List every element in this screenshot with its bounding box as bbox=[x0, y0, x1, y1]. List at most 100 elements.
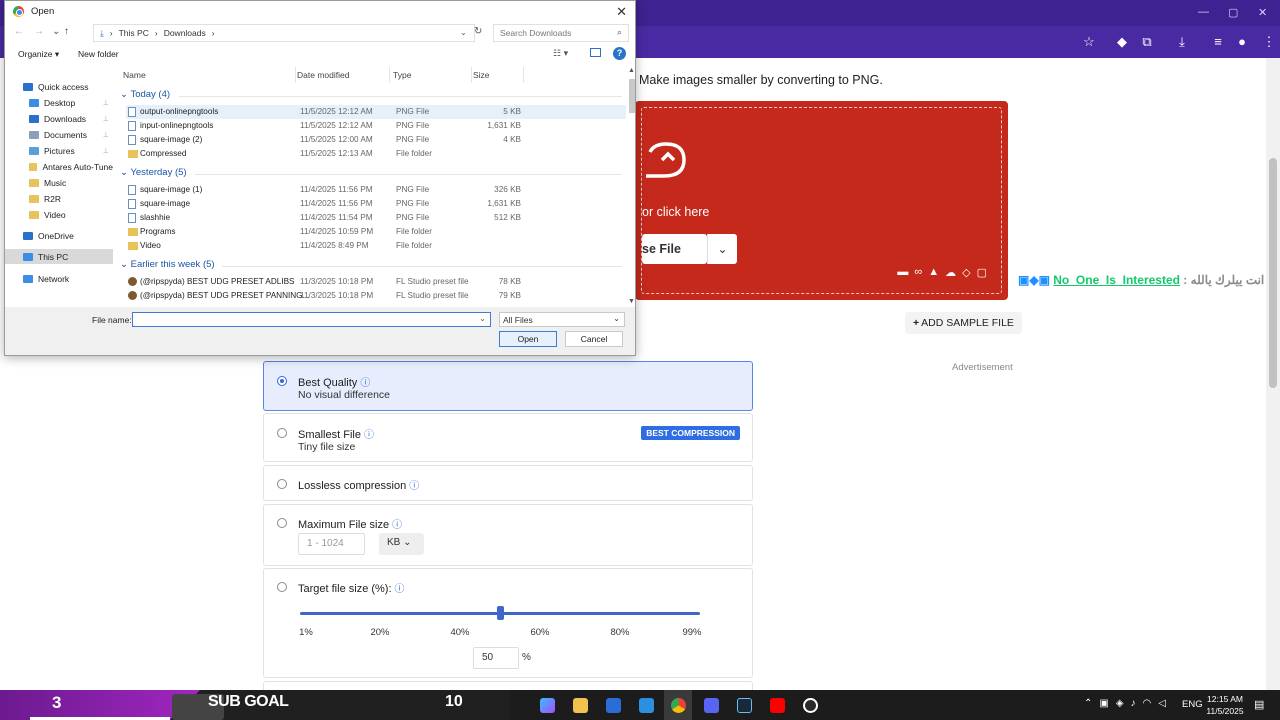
sidebar-item[interactable]: OneDrive bbox=[5, 228, 113, 243]
size-unit-select[interactable]: KB ⌄ bbox=[379, 533, 424, 555]
speaker-icon[interactable]: ◁ bbox=[1158, 698, 1166, 709]
close-icon[interactable]: ✕ bbox=[616, 4, 627, 20]
file-row[interactable]: square-image (2) 11/5/2025 12:00 AM PNG Fi… bbox=[126, 133, 626, 147]
sidebar-item[interactable]: Music bbox=[5, 175, 113, 190]
sidebar-item[interactable]: This PC bbox=[5, 249, 113, 264]
radio-smallest-file[interactable] bbox=[277, 428, 287, 438]
file-row[interactable]: output-onlinepngtools 11/5/2025 12:12 AM P… bbox=[126, 105, 626, 119]
sidebar-item[interactable]: Network bbox=[5, 271, 113, 286]
chevron-up-icon[interactable]: ⌃ bbox=[1084, 698, 1092, 709]
breadcrumb[interactable]: ⤓ › This PC › Downloads › bbox=[93, 24, 475, 42]
column-size[interactable]: Size bbox=[473, 70, 490, 80]
maximize-icon[interactable]: ▢ bbox=[1228, 6, 1238, 19]
cancel-button[interactable]: Cancel bbox=[565, 331, 623, 347]
copilot-icon[interactable] bbox=[540, 698, 555, 713]
info-icon[interactable]: ⓘ bbox=[392, 520, 402, 531]
file-row[interactable]: square-image 11/4/2025 11:56 PM PNG File 1,… bbox=[126, 197, 626, 211]
file-row[interactable]: input-onlinepngtools 11/5/2025 12:12 AM PN… bbox=[126, 119, 626, 133]
file-name-input[interactable]: ⌄ bbox=[132, 312, 491, 327]
pin-icon[interactable]: ⊥ bbox=[103, 99, 109, 107]
scroll-up-icon[interactable]: ▲ bbox=[628, 67, 635, 74]
radio-target-size[interactable] bbox=[277, 582, 287, 592]
wifi-icon[interactable]: ◠ bbox=[1143, 698, 1152, 709]
puzzle-icon[interactable]: ⧉ bbox=[1138, 35, 1156, 49]
download-icon[interactable]: ⤓ bbox=[1173, 35, 1191, 49]
page-scrollbar[interactable] bbox=[1266, 58, 1280, 690]
file-row[interactable]: Compressed 11/5/2025 12:13 AM File folder bbox=[126, 147, 626, 161]
network-tray-icon[interactable]: ▣ bbox=[1099, 698, 1108, 709]
refresh-icon[interactable]: ↻ bbox=[474, 26, 482, 37]
column-type[interactable]: Type bbox=[393, 70, 411, 80]
discord-icon[interactable] bbox=[704, 698, 719, 713]
add-sample-file-button[interactable]: + ADD SAMPLE FILE bbox=[905, 312, 1022, 334]
store-icon[interactable] bbox=[606, 698, 621, 713]
scroll-down-icon[interactable]: ▼ bbox=[628, 298, 635, 305]
max-size-input[interactable]: 1 - 1024 bbox=[298, 533, 365, 555]
file-row[interactable]: Programs 11/4/2025 10:59 PM File folder bbox=[126, 225, 626, 239]
click-here-text[interactable]: or click here bbox=[642, 205, 709, 219]
view-options-icon[interactable]: ☷ ▾ bbox=[553, 48, 568, 59]
breadcrumb-downloads[interactable]: Downloads bbox=[164, 28, 206, 38]
sidebar-item[interactable]: Video bbox=[5, 207, 113, 222]
new-folder-button[interactable]: New folder bbox=[78, 49, 119, 59]
info-icon[interactable]: ⓘ bbox=[364, 430, 374, 441]
option-lossless[interactable]: Lossless compression ⓘ bbox=[263, 465, 753, 501]
organize-button[interactable]: Organize ▾ bbox=[18, 49, 59, 60]
breadcrumb-this-pc[interactable]: This PC bbox=[119, 28, 149, 38]
sidebar-item[interactable]: Pictures ⊥ bbox=[5, 143, 113, 158]
radio-best-quality[interactable] bbox=[277, 376, 287, 386]
option-best-quality[interactable]: Best Quality ⓘ No visual difference bbox=[263, 361, 753, 411]
sidebar-item[interactable]: Antares Auto-Tune bbox=[5, 159, 113, 174]
clock[interactable]: 12:15 AM 11/5/2025 bbox=[1203, 693, 1247, 717]
radio-lossless[interactable] bbox=[277, 479, 287, 489]
up-arrow-icon[interactable]: ↑ bbox=[64, 26, 69, 37]
media-icon[interactable]: ≡ bbox=[1209, 35, 1227, 49]
column-name[interactable]: Name bbox=[123, 70, 146, 80]
file-group-header[interactable]: ⌄ Earlier this week (5) bbox=[120, 259, 215, 270]
option-target-size[interactable]: Target file size (%): ⓘ 50 % 1% 20% 40% 60% 8… bbox=[263, 568, 753, 678]
info-icon[interactable]: ⓘ bbox=[409, 481, 419, 492]
onedrive-icon[interactable]: ☁ bbox=[945, 266, 956, 279]
file-row[interactable]: slashhie 11/4/2025 11:54 PM PNG File 512 KB bbox=[126, 211, 626, 225]
clipboard-icon[interactable]: ▢ bbox=[977, 266, 987, 279]
steam-icon[interactable] bbox=[737, 698, 752, 713]
link-icon[interactable]: ∞ bbox=[914, 266, 922, 279]
minimize-icon[interactable]: — bbox=[1198, 6, 1209, 18]
option-smallest-file[interactable]: Smallest File ⓘ Tiny file size BEST COMPR… bbox=[263, 413, 753, 462]
pin-icon[interactable]: ⊥ bbox=[103, 147, 109, 155]
chevron-down-icon[interactable]: ⌄ bbox=[52, 26, 60, 37]
column-date[interactable]: Date modified bbox=[297, 70, 349, 80]
slider-thumb[interactable] bbox=[497, 606, 504, 620]
menu-icon[interactable]: ⋮ bbox=[1260, 35, 1278, 49]
preview-pane-icon[interactable] bbox=[590, 48, 601, 57]
file-type-select[interactable]: All Files ⌄ bbox=[499, 312, 625, 327]
close-window-icon[interactable]: ✕ bbox=[1258, 6, 1267, 19]
forward-arrow-icon[interactable]: → bbox=[34, 26, 44, 37]
sidebar-item[interactable]: Downloads ⊥ bbox=[5, 111, 113, 126]
file-explorer-icon[interactable] bbox=[573, 698, 588, 713]
app-tray-icon[interactable]: ◈ bbox=[1116, 698, 1124, 709]
sidebar-item[interactable]: Desktop ⊥ bbox=[5, 95, 113, 110]
extension-icon[interactable]: ◆ bbox=[1113, 35, 1131, 49]
profile-avatar[interactable]: ● bbox=[1233, 35, 1251, 49]
notification-icon[interactable]: ▤ bbox=[1254, 698, 1264, 711]
radio-max-file-size[interactable] bbox=[277, 518, 287, 528]
bookmark-star-icon[interactable]: ☆ bbox=[1080, 35, 1098, 49]
page-scroll-thumb[interactable] bbox=[1269, 158, 1277, 388]
search-input[interactable]: Search Downloads ⌕ bbox=[493, 24, 629, 42]
dropbox-icon[interactable]: ◇ bbox=[962, 266, 970, 279]
drive-icon[interactable]: ▲ bbox=[928, 266, 939, 279]
chevron-down-icon[interactable]: ⌄ bbox=[707, 234, 737, 264]
folder-icon[interactable]: ▬ bbox=[897, 266, 908, 279]
file-group-header[interactable]: ⌄ Today (4) bbox=[120, 89, 170, 100]
file-row[interactable]: square-image (1) 11/4/2025 11:56 PM PNG Fi… bbox=[126, 183, 626, 197]
chevron-down-icon[interactable]: ⌄ bbox=[479, 314, 486, 323]
chevron-down-icon[interactable]: ⌄ bbox=[460, 28, 467, 37]
file-row[interactable]: (@ripspyda) BEST UDG PRESET ADLIBS 11/3/2… bbox=[126, 275, 626, 289]
option-max-file-size[interactable]: Maximum File size ⓘ 1 - 1024 KB ⌄ bbox=[263, 504, 753, 566]
microphone-icon[interactable]: ♪ bbox=[1131, 698, 1136, 709]
obs-icon[interactable] bbox=[803, 698, 818, 713]
file-group-header[interactable]: ⌄ Yesterday (5) bbox=[120, 167, 187, 178]
file-row[interactable]: (@ripspyda) BEST UDG PRESET PANNING... 11… bbox=[126, 289, 626, 303]
sidebar-item[interactable]: Quick access bbox=[5, 79, 113, 94]
